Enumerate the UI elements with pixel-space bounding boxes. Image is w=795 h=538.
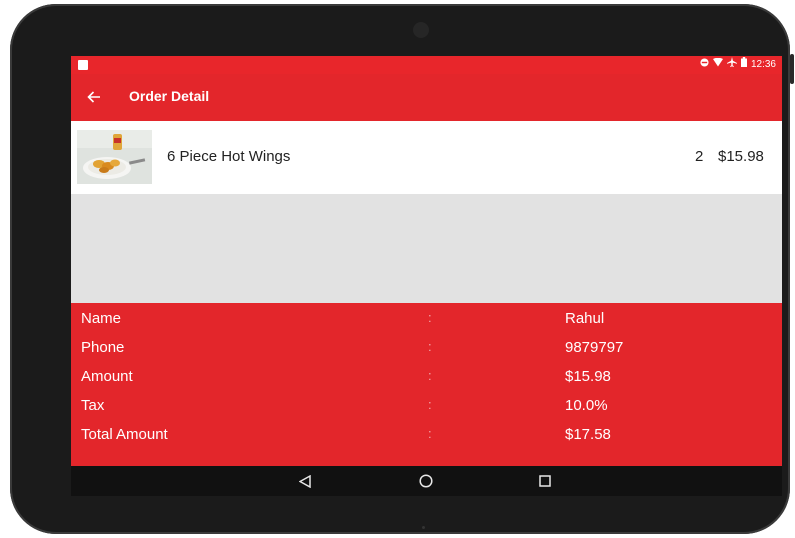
status-bar: 12:36 (71, 56, 782, 74)
page-title: Order Detail (129, 88, 210, 104)
info-row-phone: Phone : 9879797 (71, 334, 782, 363)
info-row-amount: Amount : $15.98 (71, 363, 782, 392)
tablet-frame: 12:36 Order Detail 6 Piece Hot Wings 2 $… (10, 4, 794, 534)
info-value: 9879797 (565, 339, 624, 356)
wifi-icon (712, 57, 723, 73)
square-recents-icon[interactable] (535, 471, 555, 491)
info-label: Phone (81, 339, 125, 356)
battery-icon (740, 57, 747, 73)
info-row-total: Total Amount : $17.58 (71, 421, 782, 450)
info-label: Name (81, 310, 122, 327)
item-quantity: 2 (695, 148, 704, 165)
clock: 12:36 (750, 59, 776, 70)
info-row-tax: Tax : 10.0% (71, 392, 782, 421)
microphone (422, 526, 425, 529)
order-item-row[interactable]: 6 Piece Hot Wings 2 $15.98 (71, 121, 782, 194)
item-price: $15.98 (718, 148, 764, 165)
item-name: 6 Piece Hot Wings (167, 148, 291, 165)
arrow-left-icon[interactable] (87, 85, 111, 109)
do-not-disturb-icon (700, 57, 709, 73)
info-separator: : (428, 368, 432, 383)
front-camera (413, 22, 429, 38)
info-value: $15.98 (565, 368, 611, 385)
app-screen: 12:36 Order Detail 6 Piece Hot Wings 2 $… (71, 56, 782, 496)
info-label: Tax (81, 397, 105, 414)
notification-icon (78, 60, 88, 70)
circle-home-icon[interactable] (416, 471, 436, 491)
order-info-panel: Name : Rahul Phone : 9879797 Amount : $1… (71, 303, 782, 466)
triangle-back-icon[interactable] (295, 471, 315, 491)
app-toolbar: Order Detail (71, 74, 782, 121)
status-icons: 12:36 (700, 57, 776, 73)
info-row-name: Name : Rahul (71, 305, 782, 334)
food-image (77, 130, 152, 184)
info-label: Total Amount (81, 426, 168, 443)
info-separator: : (428, 339, 432, 354)
info-separator: : (428, 426, 432, 441)
info-value: 10.0% (565, 397, 608, 414)
info-label: Amount (81, 368, 133, 385)
info-separator: : (428, 397, 432, 412)
info-separator: : (428, 310, 432, 325)
system-nav-bar (71, 466, 782, 496)
info-value: Rahul (565, 310, 605, 327)
info-value: $17.58 (565, 426, 611, 443)
airplane-mode-icon (726, 57, 737, 73)
